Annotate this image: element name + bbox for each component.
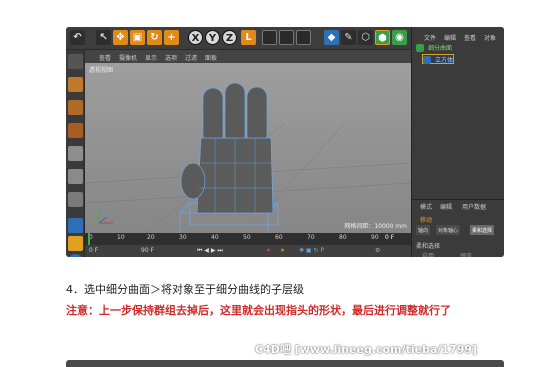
attribute-tabs: 轴向 对象轴心 柔和选择	[414, 225, 503, 235]
move-tool-icon[interactable]: ✥	[113, 30, 128, 45]
attribute-rows: 启用 预览	[412, 249, 504, 257]
attribute-manager-menu: 模式 编辑 用户数据	[412, 199, 504, 211]
viewport-mode-icon[interactable]	[68, 54, 83, 69]
thumb	[180, 162, 206, 200]
timeline[interactable]: 0 10 20 30 40 50 60 70 80 90 0 F	[85, 233, 411, 245]
current-frame-field[interactable]: 0 F	[385, 234, 394, 241]
viewport-menu-camera[interactable]: 摄像机	[119, 53, 137, 62]
watermark: C4D吧 [www.lineeg.com/tieba/1799]	[255, 343, 478, 356]
viewport-menu: 查看 摄像机 显示 选项 过滤 面板	[85, 50, 411, 63]
autokey-icon[interactable]: ⏺	[281, 247, 284, 255]
transport-bar: 0 F 90 F ⏮ ◀ ▶ ⏭ ⏺ ⏺ ✥ ▣ ↻ P ⚙	[85, 245, 411, 257]
attr-enable-label: 启用	[422, 253, 435, 257]
playhead[interactable]	[88, 233, 90, 245]
attribute-title: 移动	[420, 217, 433, 224]
object-row-cube[interactable]: 立方体	[422, 54, 455, 64]
timeline-tick: 90	[371, 234, 379, 241]
pen-tool-icon[interactable]: ✎	[341, 30, 356, 45]
subdivision-surface-icon	[416, 44, 424, 52]
om-menu-object[interactable]: 对象	[484, 33, 496, 42]
rotate-tool-icon[interactable]: ↻	[147, 30, 162, 45]
tab-soft-selection[interactable]: 柔和选择	[470, 225, 495, 235]
next-screenshot-top	[66, 360, 504, 367]
timeline-tick: 40	[211, 234, 219, 241]
object-mode-icon[interactable]	[68, 100, 83, 115]
object-row-subdivision[interactable]: 细分曲面	[416, 43, 452, 53]
start-frame-field[interactable]: 0 F	[89, 247, 98, 254]
viewport-menu-display[interactable]: 显示	[145, 53, 157, 62]
c4d-screenshot: ↶ ↖ ✥ ▣ ↻ + X Y Z L ◆ ✎ ⬡ ⬢ ◉ 查看 摄像机 显示 …	[66, 27, 504, 257]
finger-2	[224, 82, 246, 146]
render-picture-icon[interactable]	[279, 30, 294, 45]
axis-mode-icon[interactable]	[68, 218, 83, 233]
points-mode-icon[interactable]	[68, 146, 83, 161]
step-caption: 4．选中细分曲面＞将对象至于细分曲线的子层级	[66, 283, 304, 296]
viewport-menu-options[interactable]: 选项	[165, 53, 177, 62]
timeline-tick: 30	[179, 234, 187, 241]
scene-icon[interactable]: ◉	[392, 30, 407, 45]
tab-axis[interactable]: 轴向	[416, 225, 431, 235]
render-view-icon[interactable]	[262, 30, 277, 45]
timeline-tick: 80	[339, 234, 347, 241]
transport-controls[interactable]: ⏮ ◀ ▶ ⏭	[197, 247, 223, 255]
perspective-viewport[interactable]: 透视视图 网格间距：10000 mm	[85, 63, 411, 233]
tab-object-axis[interactable]: 对象轴心	[436, 225, 461, 235]
viewport-menu-filter[interactable]: 过滤	[185, 53, 197, 62]
cursor-tool-icon[interactable]: ↖	[96, 30, 111, 45]
finger-3	[246, 86, 268, 146]
timeline-tick: 60	[275, 234, 283, 241]
coordinate-system-icon[interactable]: L	[241, 30, 256, 45]
right-panel: 文件 编辑 查看 对象 细分曲面 立方体 模式 编辑 用户数据 移动 轴向 对象…	[411, 27, 504, 257]
am-menu-edit[interactable]: 编辑	[440, 202, 452, 211]
x-axis-lock-button[interactable]: X	[188, 30, 203, 45]
render-settings-icon[interactable]	[296, 30, 311, 45]
object-manager-menu: 文件 编辑 查看 对象	[412, 31, 504, 42]
grid-spacing-readout: 网格间距：10000 mm	[344, 223, 407, 230]
viewport-menu-panel[interactable]: 面板	[205, 53, 217, 62]
add-tool-icon[interactable]: +	[164, 30, 179, 45]
left-toolbar	[66, 50, 85, 257]
soft-selection-section: 柔和选择	[416, 243, 441, 250]
timeline-tick: 50	[243, 234, 251, 241]
keyframe-icons[interactable]: ✥ ▣ ↻ P	[299, 247, 324, 254]
om-menu-file[interactable]: 文件	[424, 33, 436, 42]
am-menu-userdata[interactable]: 用户数据	[462, 202, 486, 211]
timeline-tick: 10	[117, 234, 125, 241]
end-frame-field[interactable]: 90 F	[141, 247, 154, 254]
texture-mode-icon[interactable]	[68, 123, 83, 138]
om-menu-edit[interactable]: 编辑	[444, 33, 456, 42]
undo-icon[interactable]: ↶	[70, 30, 85, 45]
record-icon[interactable]: ⏺	[267, 247, 270, 255]
polygons-mode-icon[interactable]	[68, 192, 83, 207]
y-axis-lock-button[interactable]: Y	[205, 30, 220, 45]
cube-object-icon	[423, 56, 431, 64]
hand-mesh	[85, 82, 411, 233]
attr-preview-label: 预览	[460, 253, 473, 257]
om-menu-view[interactable]: 查看	[464, 33, 476, 42]
model-mode-icon[interactable]	[68, 77, 83, 92]
snap-icon[interactable]	[68, 254, 83, 257]
note-caption: 注意：上一步保持群组去掉后，这里就会出现指头的形状，最后进行调整就行了	[66, 304, 451, 317]
timeline-tick: 20	[147, 234, 155, 241]
timeline-tick: 70	[307, 234, 315, 241]
am-menu-mode[interactable]: 模式	[420, 202, 432, 211]
magnet-icon[interactable]	[68, 236, 83, 251]
timeline-settings-icon[interactable]: ⚙	[375, 247, 380, 254]
cube-object-icon[interactable]: ◆	[324, 30, 339, 45]
edges-mode-icon[interactable]	[68, 169, 83, 184]
viewport-menu-view[interactable]: 查看	[99, 53, 111, 62]
z-axis-lock-button[interactable]: Z	[222, 30, 237, 45]
subdivision-surface-icon[interactable]: ⬡	[358, 30, 373, 45]
deformer-icon[interactable]: ⬢	[375, 30, 390, 45]
scale-tool-icon[interactable]: ▣	[130, 30, 145, 45]
